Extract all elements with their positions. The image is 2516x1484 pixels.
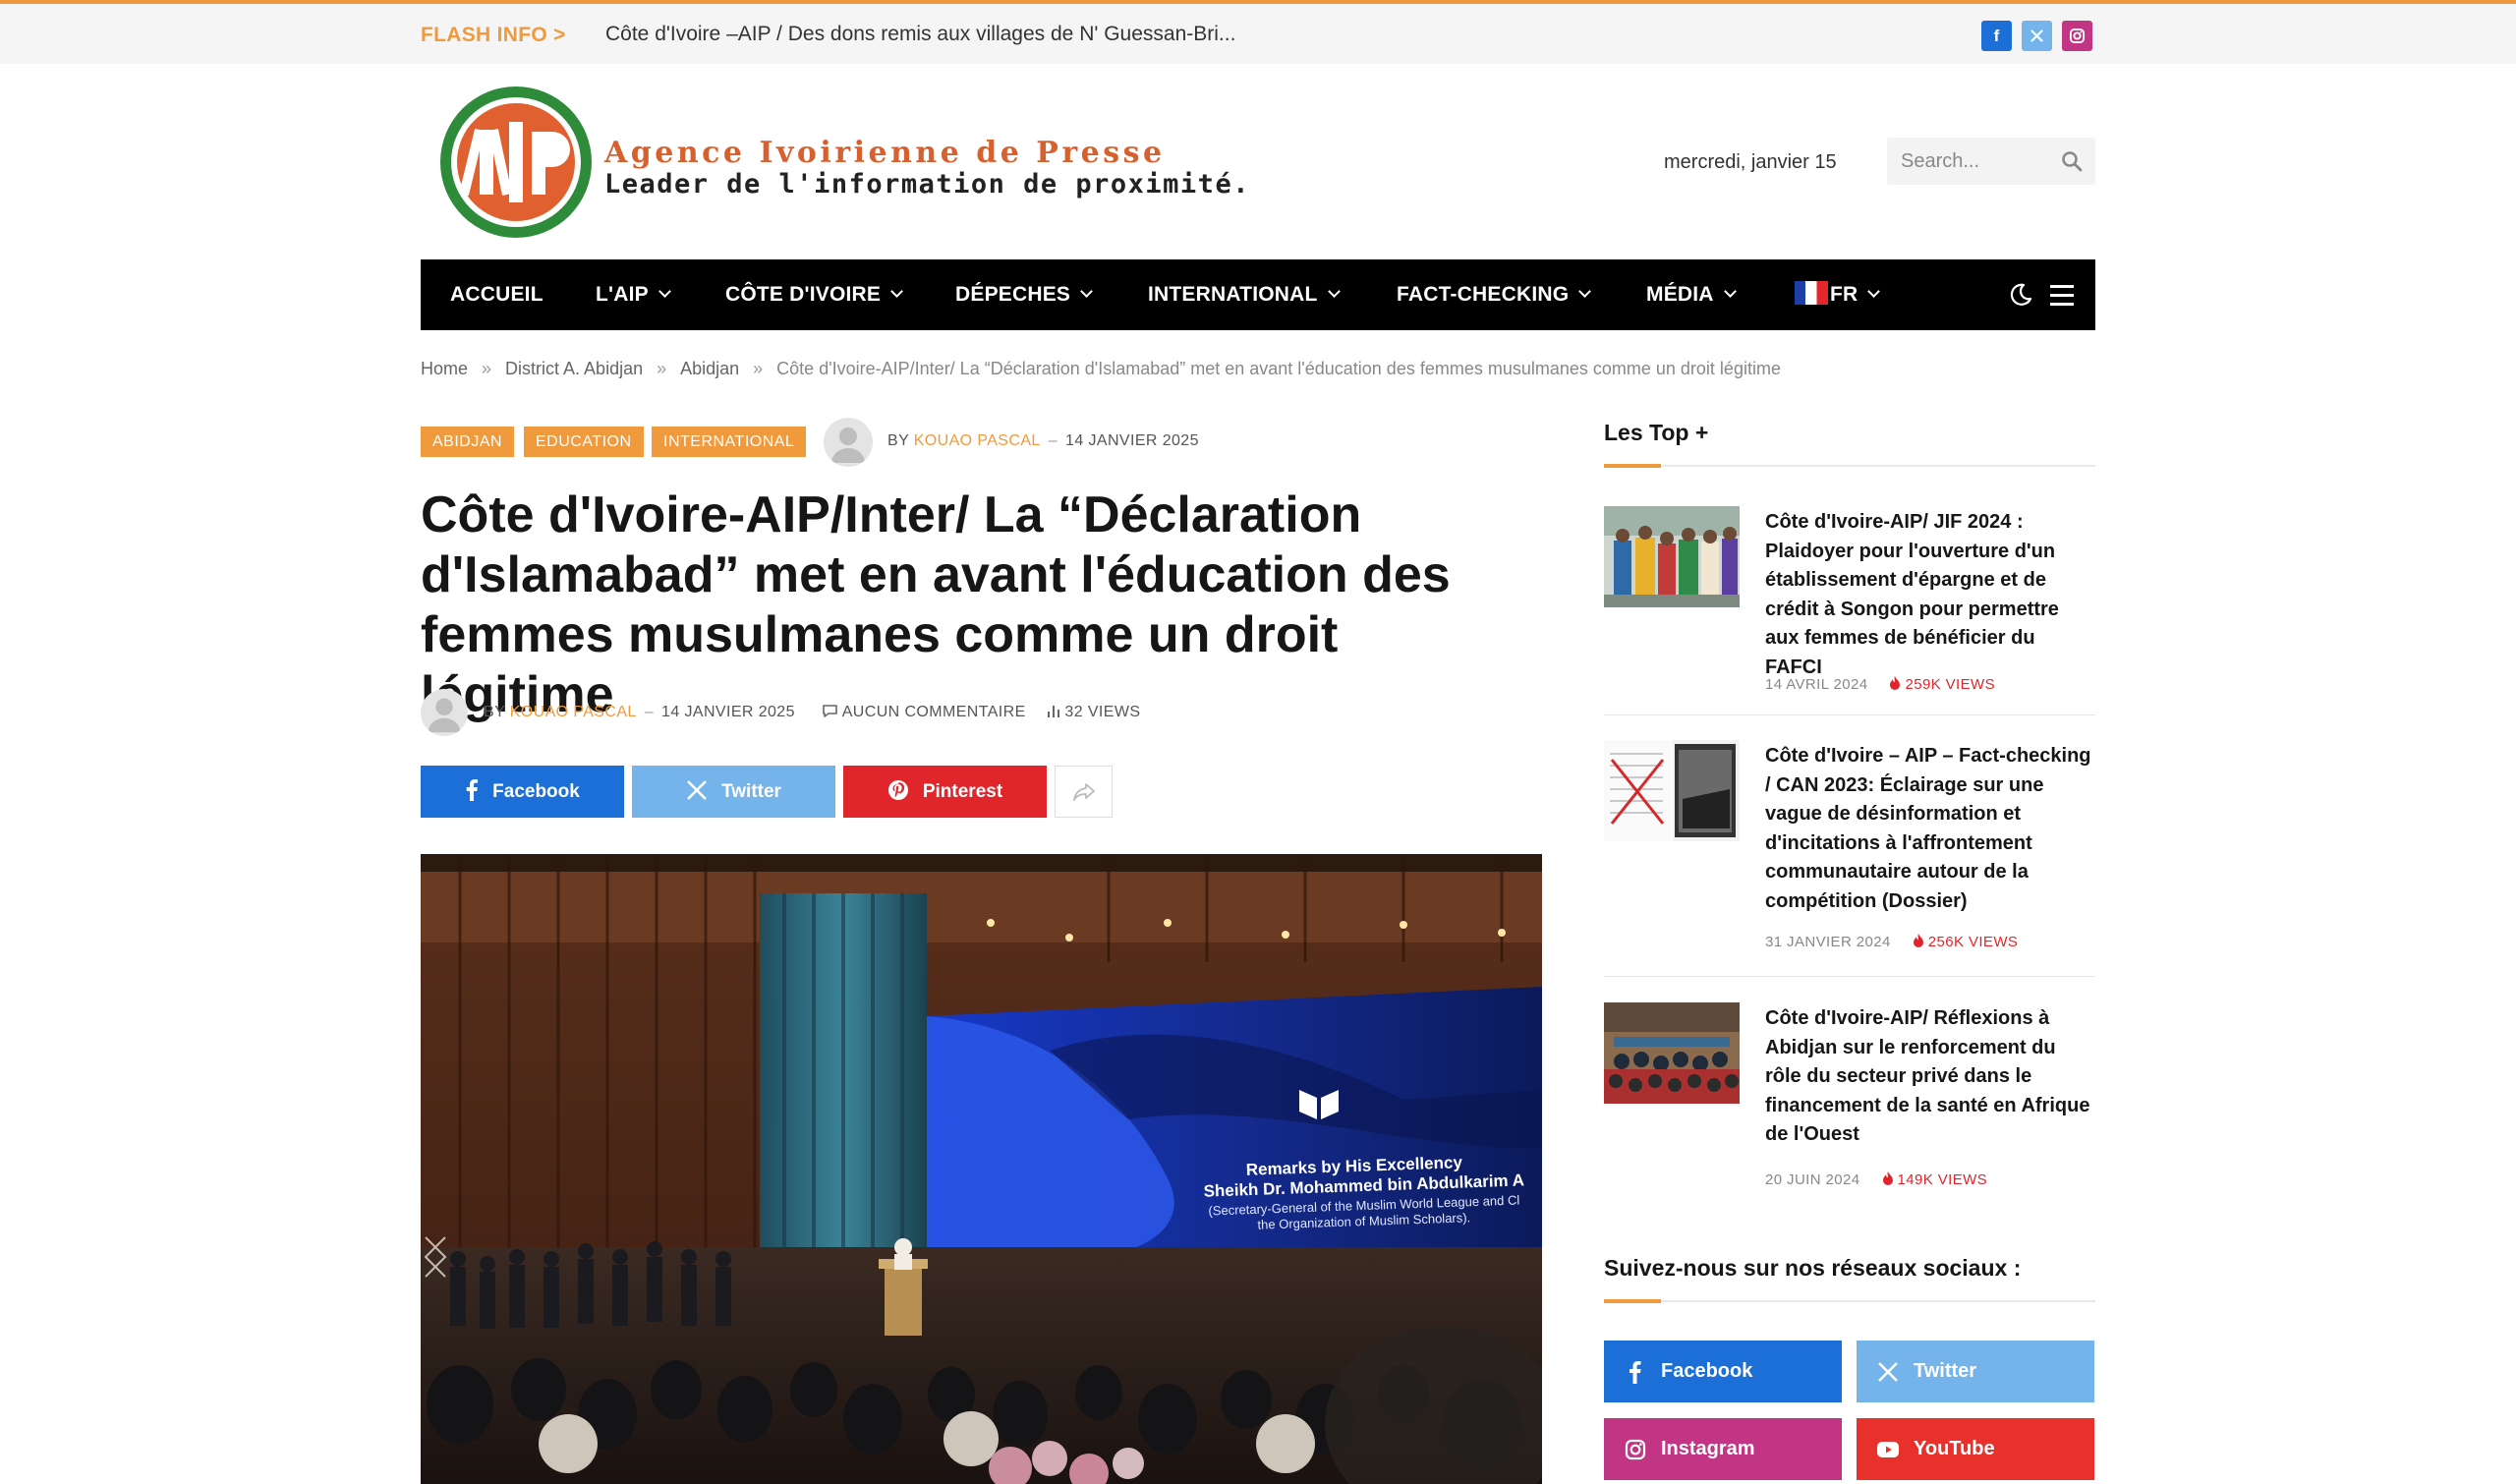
france-flag-icon (1795, 281, 1828, 306)
views-count: 32 VIEWS (1047, 704, 1141, 720)
logo-tagline: Leader de l'information de proximité. (604, 169, 1250, 200)
divider (1604, 976, 2095, 977)
breadcrumb-home[interactable]: Home (421, 359, 468, 378)
bar-chart-icon (1047, 706, 1059, 717)
article-byline-top: BY KOUAO PASCAL –14 JANVIER 2025 (887, 432, 1199, 449)
breadcrumb: Home» District A. Abidjan» Abidjan» Côte d'… (421, 359, 1781, 378)
share-more-button[interactable] (1055, 766, 1113, 818)
author-avatar[interactable] (824, 418, 873, 467)
x-icon[interactable] (2022, 21, 2052, 51)
divider (1604, 1300, 2095, 1302)
share-pinterest-button[interactable]: Pinterest (843, 766, 1047, 818)
nav-item-fact-checking[interactable]: FACT-CHECKING (1397, 259, 1592, 330)
top-post-thumbnail[interactable] (1604, 506, 1740, 607)
article-hero-image: Remarks by His Excellency Sheikh Dr. Moh… (421, 854, 1542, 1484)
sidebar-social-heading: Suivez-nous sur nos réseaux sociaux : (1604, 1255, 2022, 1281)
follow-twitter-button[interactable]: Twitter (1857, 1341, 2094, 1402)
chevron-down-icon (1867, 285, 1881, 298)
article-title: Côte d'Ivoire-AIP/Inter/ La “Déclaration… (421, 486, 1451, 723)
top-post-item[interactable]: Côte d'Ivoire – AIP – Fact-checking / CA… (1604, 740, 2095, 961)
facebook-icon (1630, 1361, 1641, 1384)
share-twitter-button[interactable]: Twitter (632, 766, 835, 818)
author-avatar[interactable] (421, 689, 468, 736)
nav-item-accueil[interactable]: ACCUEIL (450, 259, 543, 330)
nav-item-international[interactable]: INTERNATIONAL (1148, 259, 1341, 330)
breadcrumb-abidjan[interactable]: Abidjan (680, 359, 739, 378)
share-arrow-icon (1073, 783, 1095, 801)
conference-photo: Remarks by His Excellency Sheikh Dr. Moh… (421, 854, 1542, 1484)
top-post-thumbnail[interactable] (1604, 1002, 1740, 1104)
instagram-icon[interactable] (2062, 21, 2092, 51)
article-date: 14 JANVIER 2025 (1065, 432, 1199, 449)
follow-facebook-button[interactable]: Facebook (1604, 1341, 1842, 1402)
youtube-icon (1877, 1442, 1899, 1457)
breadcrumb-district[interactable]: District A. Abidjan (505, 359, 643, 378)
chevron-down-icon (658, 285, 671, 298)
nav-item-laip[interactable]: L'AIP (596, 259, 671, 330)
top-post-meta: 14 AVRIL 2024 259K VIEWS (1765, 676, 1995, 693)
logo-title: Agence Ivoirienne de Presse (604, 136, 1166, 170)
fire-icon (1913, 934, 1923, 947)
comment-icon (822, 705, 837, 717)
chevron-down-icon (1080, 285, 1094, 298)
flash-info-label: FLASH INFO > (421, 24, 566, 46)
top-post-item[interactable]: Côte d'Ivoire-AIP/ JIF 2024 : Plaidoyer … (1604, 506, 2095, 703)
nav-item-depeches[interactable]: DÉPECHES (955, 259, 1094, 330)
language-switcher[interactable]: FR (1795, 259, 1881, 330)
facebook-icon[interactable]: f (1981, 21, 2012, 51)
category-tag-abidjan[interactable]: ABIDJAN (421, 427, 515, 457)
article-byline: BY KOUAO PASCAL –14 JANVIER 2025 AUCUN CO… (484, 704, 1141, 720)
aip-logo-mark (440, 86, 592, 238)
pinterest-icon (887, 779, 908, 800)
article-date: 14 JANVIER 2025 (661, 704, 795, 720)
top-post-title[interactable]: Côte d'Ivoire-AIP/ Réflexions à Abidjan … (1765, 1004, 2095, 1150)
follow-instagram-button[interactable]: Instagram (1604, 1418, 1842, 1480)
author-link[interactable]: KOUAO PASCAL (914, 432, 1041, 449)
top-post-item[interactable]: Côte d'Ivoire-AIP/ Réflexions à Abidjan … (1604, 1002, 2095, 1199)
nav-item-cote-divoire[interactable]: CÔTE D'IVOIRE (725, 259, 903, 330)
facebook-icon (466, 778, 479, 801)
x-icon (1878, 1362, 1898, 1382)
fire-icon (1890, 676, 1901, 690)
breadcrumb-current: Côte d'Ivoire-AIP/Inter/ La “Déclaration… (776, 359, 1781, 378)
author-link[interactable]: KOUAO PASCAL (510, 704, 637, 720)
top-post-thumbnail[interactable] (1604, 740, 1740, 841)
chevron-down-icon (1578, 285, 1592, 298)
heading-accent (1604, 464, 1661, 468)
category-tag-international[interactable]: INTERNATIONAL (652, 427, 807, 457)
divider (1604, 714, 2095, 715)
hamburger-menu-icon[interactable] (2050, 285, 2074, 306)
top-post-meta: 20 JUIN 2024 149K VIEWS (1765, 1171, 1988, 1188)
sidebar-top-heading: Les Top + (1604, 420, 1709, 445)
category-tag-education[interactable]: EDUCATION (524, 427, 644, 457)
comments-link[interactable]: AUCUN COMMENTAIRE (822, 704, 1031, 720)
top-post-meta: 31 JANVIER 2024 256K VIEWS (1765, 934, 2019, 950)
top-post-title[interactable]: Côte d'Ivoire – AIP – Fact-checking / CA… (1765, 742, 2095, 916)
flash-info-bar: FLASH INFO > Côte d'Ivoire –AIP / Des do… (0, 0, 2516, 64)
flash-info-headline[interactable]: Côte d'Ivoire –AIP / Des dons remis aux … (605, 23, 1235, 46)
dark-mode-toggle-icon[interactable] (2008, 282, 2033, 308)
top-post-title[interactable]: Côte d'Ivoire-AIP/ JIF 2024 : Plaidoyer … (1765, 508, 2095, 682)
search-box (1887, 138, 2095, 185)
nav-item-media[interactable]: MÉDIA (1646, 259, 1737, 330)
current-date: mercredi, janvier 15 (1664, 151, 1837, 173)
chevron-down-icon (890, 285, 903, 298)
share-facebook-button[interactable]: Facebook (421, 766, 624, 818)
x-icon (687, 780, 707, 800)
heading-accent (1604, 1299, 1661, 1303)
instagram-icon (1625, 1439, 1646, 1460)
search-input[interactable] (1887, 138, 2054, 185)
chevron-down-icon (1723, 285, 1737, 298)
follow-youtube-button[interactable]: YouTube (1857, 1418, 2094, 1480)
chevron-down-icon (1327, 285, 1341, 298)
search-icon[interactable] (2060, 149, 2084, 173)
divider (1604, 465, 2095, 467)
fire-icon (1882, 1171, 1893, 1185)
